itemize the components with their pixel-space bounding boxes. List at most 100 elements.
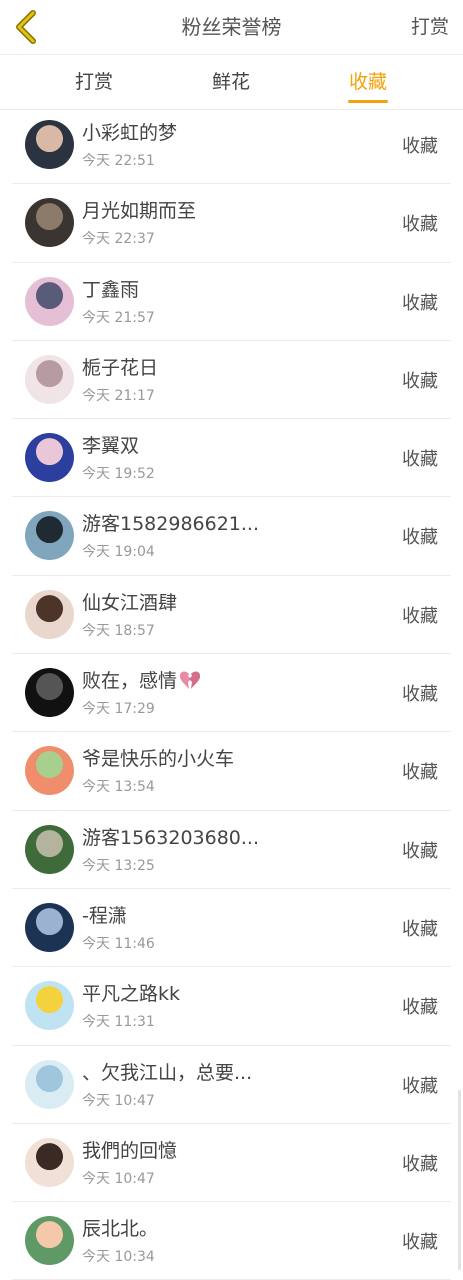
timestamp: 今天 18:57 (82, 622, 155, 639)
tab-reward[interactable]: 打赏 (49, 55, 139, 109)
timestamp: 今天 11:31 (82, 1014, 155, 1031)
list-item[interactable]: 平凡之路kk 今天 11:31 收藏 (12, 967, 451, 1046)
favorite-label: 收藏 (402, 1232, 438, 1254)
avatar[interactable] (25, 824, 74, 874)
user-name-text: 李翼双 (82, 435, 140, 458)
list-item[interactable]: 仙女江酒肆今天 18:57 收藏 (12, 576, 451, 655)
list-item[interactable]: -程潇今天 11:46 收藏 (12, 889, 451, 968)
user-name-text: 小彩虹的梦 (82, 122, 178, 144)
user-name: 游客1582986621... (82, 509, 259, 536)
avatar[interactable] (25, 668, 74, 718)
avatar[interactable] (25, 746, 74, 796)
favorite-label: 收藏 (402, 605, 438, 627)
favorite-label: 收藏 (402, 292, 438, 314)
page-title: 粉丝荣誉榜 (181, 15, 282, 39)
user-name-text: 游客1563203680... (82, 826, 260, 849)
favorite-label: 收藏 (402, 918, 438, 940)
timestamp: 今天 10:47 (82, 1092, 155, 1109)
user-name: 仙女江酒肆 (82, 588, 177, 615)
timestamp: 今天 11:46 (82, 935, 155, 952)
avatar[interactable] (25, 1216, 74, 1266)
timestamp: 今天 10:34 (82, 1249, 155, 1266)
user-name-text: -程潇 (82, 904, 127, 927)
user-name: 、欠我江山，总要... (82, 1058, 252, 1085)
tab-favorites[interactable]: 收藏 (323, 55, 413, 109)
list-item[interactable]: 游客1563203680... 今天 13:25 收藏 (12, 811, 451, 889)
fan-list: 小彩虹的梦 今天 22:51 收藏 月光如期而至 今天 22:37 收藏 丁鑫雨 今天 21:… (0, 106, 463, 1280)
favorite-label: 收藏 (402, 214, 438, 236)
tab-flowers[interactable]: 鲜花 (186, 55, 276, 109)
list-item[interactable]: 李翼双今天 19:52 收藏 (12, 419, 451, 498)
list-item[interactable]: 小彩虹的梦今天 22:51 收藏 (12, 106, 451, 185)
favorite-label: 收藏 (402, 449, 438, 471)
broken-heart-icon (179, 671, 201, 690)
tab-bar: 打赏 鲜花 收藏 (0, 55, 463, 110)
favorite-label: 收藏 (402, 1075, 438, 1097)
list-item[interactable]: 败在，感情今天 17:29 收藏 (12, 654, 451, 733)
avatar[interactable] (25, 1059, 74, 1109)
user-name-text: 我們的回憶 (82, 1139, 178, 1162)
user-name: 游客1563203680... (82, 823, 259, 850)
favorite-label: 收藏 (402, 684, 438, 706)
favorite-label: 收藏 (402, 527, 438, 549)
avatar[interactable] (25, 589, 74, 639)
timestamp: 今天 17:29 (82, 701, 155, 718)
timestamp: 今天 13:25 (82, 857, 155, 874)
avatar[interactable] (25, 902, 74, 952)
avatar[interactable] (25, 354, 74, 404)
list-item[interactable]: 我們的回憶今天 10:47 收藏 (12, 1124, 451, 1203)
timestamp: 今天 21:57 (82, 309, 155, 326)
user-name: 我們的回憶 (82, 1136, 177, 1163)
avatar[interactable] (25, 433, 74, 483)
tab-label: 鲜花 (211, 71, 250, 93)
scrollbar[interactable] (458, 1090, 461, 1270)
header-bar: 粉丝荣誉榜 打赏 (0, 0, 463, 55)
timestamp: 今天 22:37 (82, 231, 155, 248)
list-item[interactable]: 丁鑫雨今天 21:57 收藏 (12, 263, 451, 341)
user-name: 李翼双 (82, 431, 139, 458)
user-name-text: 丁鑫雨 (82, 278, 140, 301)
user-name: 栀子花日 (82, 353, 158, 380)
user-name-text: 仙女江酒肆 (82, 591, 178, 614)
user-name: 爷是快乐的小火车 (82, 744, 234, 771)
avatar[interactable] (25, 198, 74, 248)
user-name-text: 月光如期而至 (82, 200, 197, 223)
timestamp: 今天 19:52 (82, 466, 155, 483)
user-name: -程潇 (82, 901, 127, 928)
favorite-label: 收藏 (402, 840, 438, 862)
back-button[interactable] (6, 6, 46, 48)
user-name-text: 败在，感情 (82, 670, 178, 693)
user-name: 丁鑫雨 (82, 275, 139, 302)
user-name-text: 、欠我江山，总要... (82, 1061, 253, 1084)
timestamp: 今天 21:17 (82, 387, 155, 404)
list-item[interactable]: 月光如期而至今天 22:37 收藏 (12, 184, 451, 263)
avatar[interactable] (25, 276, 74, 326)
user-name-text: 爷是快乐的小火车 (82, 748, 235, 771)
user-name: 辰北北。 (82, 1214, 158, 1241)
chevron-left-icon (16, 10, 36, 44)
reward-header-button[interactable]: 打赏 (411, 0, 449, 54)
favorite-label: 收藏 (402, 136, 438, 157)
list-item[interactable]: 、欠我江山，总要... 今天 10:47 收藏 (12, 1046, 451, 1124)
user-name-text: 平凡之路kk (82, 983, 181, 1006)
list-item[interactable]: 爷是快乐的小火车 今天 13:54 收藏 (12, 732, 451, 811)
user-name-text: 栀子花日 (82, 356, 159, 379)
tab-label: 打赏 (74, 71, 113, 93)
user-name-text: 辰北北。 (82, 1218, 159, 1241)
timestamp: 今天 13:54 (82, 779, 155, 796)
avatar[interactable] (25, 981, 74, 1031)
list-item[interactable]: 栀子花日 今天 21:17 收藏 (12, 341, 451, 420)
user-name: 败在，感情 (82, 666, 201, 693)
avatar[interactable] (25, 511, 74, 561)
timestamp: 今天 10:47 (82, 1170, 155, 1187)
user-name: 月光如期而至 (82, 196, 196, 223)
user-name-text: 游客1582986621... (82, 513, 260, 536)
timestamp: 今天 22:51 (82, 153, 155, 169)
favorite-label: 收藏 (402, 1153, 438, 1175)
avatar[interactable] (25, 120, 74, 169)
list-item[interactable]: 辰北北。今天 10:34 收藏 (12, 1202, 451, 1280)
timestamp: 今天 19:04 (82, 544, 155, 561)
favorite-label: 收藏 (402, 997, 438, 1019)
avatar[interactable] (25, 1137, 74, 1187)
list-item[interactable]: 游客1582986621... 今天 19:04 收藏 (12, 497, 451, 576)
